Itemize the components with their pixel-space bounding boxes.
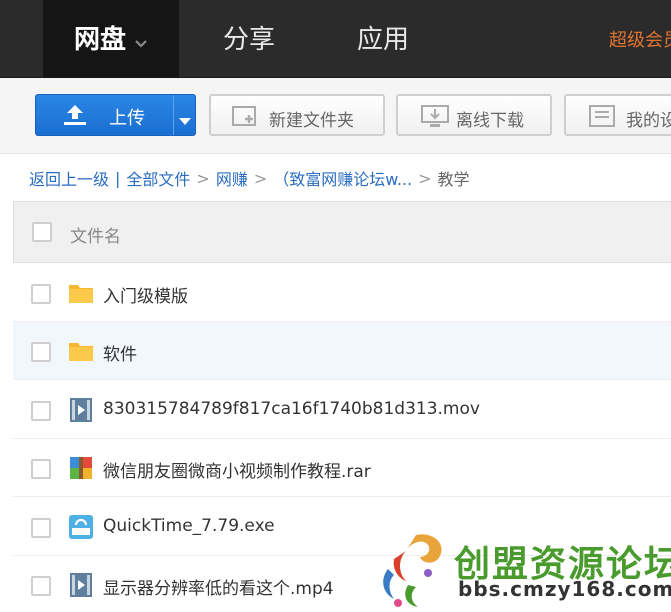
upload-icon (62, 104, 88, 130)
breadcrumb-divider: | (115, 168, 121, 188)
back-link[interactable]: 返回上一级 (29, 166, 109, 190)
file-name[interactable]: 830315784789f817ca16f1740b81d313.mov (103, 399, 480, 419)
file-row[interactable]: 830315784789f817ca16f1740b81d313.mov (13, 381, 671, 439)
upload-label: 上传 (109, 108, 145, 129)
row-checkbox[interactable] (31, 401, 51, 421)
exe-icon (68, 514, 94, 540)
breadcrumb-separator: > (418, 168, 432, 188)
breadcrumb-all-files[interactable]: 全部文件 (126, 166, 190, 190)
new-folder-icon (231, 104, 259, 133)
file-row[interactable]: 微信朋友圈微商小视频制作教程.rar (13, 439, 671, 497)
my-devices-label: 我的设备 (626, 111, 671, 131)
caret-down-icon (179, 111, 191, 130)
row-checkbox[interactable] (31, 342, 51, 362)
offline-download-icon (420, 104, 450, 133)
tab-share[interactable]: 分享 (196, 0, 302, 78)
file-name[interactable]: 软件 (103, 340, 137, 365)
archive-icon (68, 455, 94, 481)
file-name[interactable]: 微信朋友圈微商小视频制作教程.rar (103, 457, 371, 482)
new-folder-button[interactable]: 新建文件夹 (209, 94, 385, 136)
new-folder-label: 新建文件夹 (269, 111, 354, 131)
tab-share-label: 分享 (222, 25, 275, 55)
row-checkbox[interactable] (31, 459, 51, 479)
folder-icon (68, 338, 94, 364)
offline-download-button[interactable]: 离线下载 (396, 94, 552, 136)
upload-main[interactable]: 上传 (36, 95, 173, 135)
vip-link[interactable]: 超级会员 (609, 0, 671, 78)
device-icon (588, 104, 616, 133)
watermark-url: bbs.cmzy168.com (458, 577, 671, 601)
toolbar: 上传 新建文件夹 离线下载 我的设备 (0, 78, 671, 154)
tab-netdisk-label: 网盘 (73, 25, 126, 55)
file-name[interactable]: 显示器分辨率低的看这个.mp4 (103, 574, 334, 599)
file-list-header: 文件名 (13, 201, 671, 263)
tab-apps[interactable]: 应用 (330, 0, 436, 78)
watermark-logo-icon (376, 529, 452, 612)
video-icon (68, 572, 94, 598)
video-icon (68, 397, 94, 423)
breadcrumb-wangzhuan[interactable]: 网赚 (216, 166, 248, 190)
chevron-down-icon (134, 1, 148, 81)
breadcrumb-forum-folder[interactable]: （致富网赚论坛w... (273, 166, 412, 190)
my-devices-button[interactable]: 我的设备 (564, 94, 671, 136)
tab-netdisk[interactable]: 网盘 (43, 0, 179, 78)
file-row[interactable]: 入门级模版 (13, 264, 671, 322)
top-nav: 网盘 分享 应用 超级会员 (0, 0, 671, 78)
breadcrumb: 返回上一级 | 全部文件 > 网赚 > （致富网赚论坛w... > 教学 (29, 166, 470, 190)
breadcrumb-separator: > (253, 168, 268, 188)
file-row[interactable]: 软件 (13, 322, 671, 380)
tab-apps-label: 应用 (356, 25, 409, 55)
file-name[interactable]: QuickTime_7.79.exe (103, 516, 275, 536)
folder-icon (68, 280, 94, 306)
file-name[interactable]: 入门级模版 (103, 282, 188, 307)
select-all-checkbox[interactable] (32, 222, 52, 242)
watermark: 创盟资源论坛 bbs.cmzy168.com (376, 527, 671, 612)
breadcrumb-current: 教学 (437, 170, 470, 189)
filename-column-header[interactable]: 文件名 (70, 222, 121, 247)
offline-download-label: 离线下载 (456, 111, 524, 131)
breadcrumb-separator: > (196, 168, 210, 188)
row-checkbox[interactable] (31, 518, 51, 538)
row-checkbox[interactable] (31, 576, 51, 596)
row-checkbox[interactable] (31, 284, 51, 304)
upload-dropdown-button[interactable] (174, 95, 196, 135)
upload-button[interactable]: 上传 (35, 94, 196, 136)
